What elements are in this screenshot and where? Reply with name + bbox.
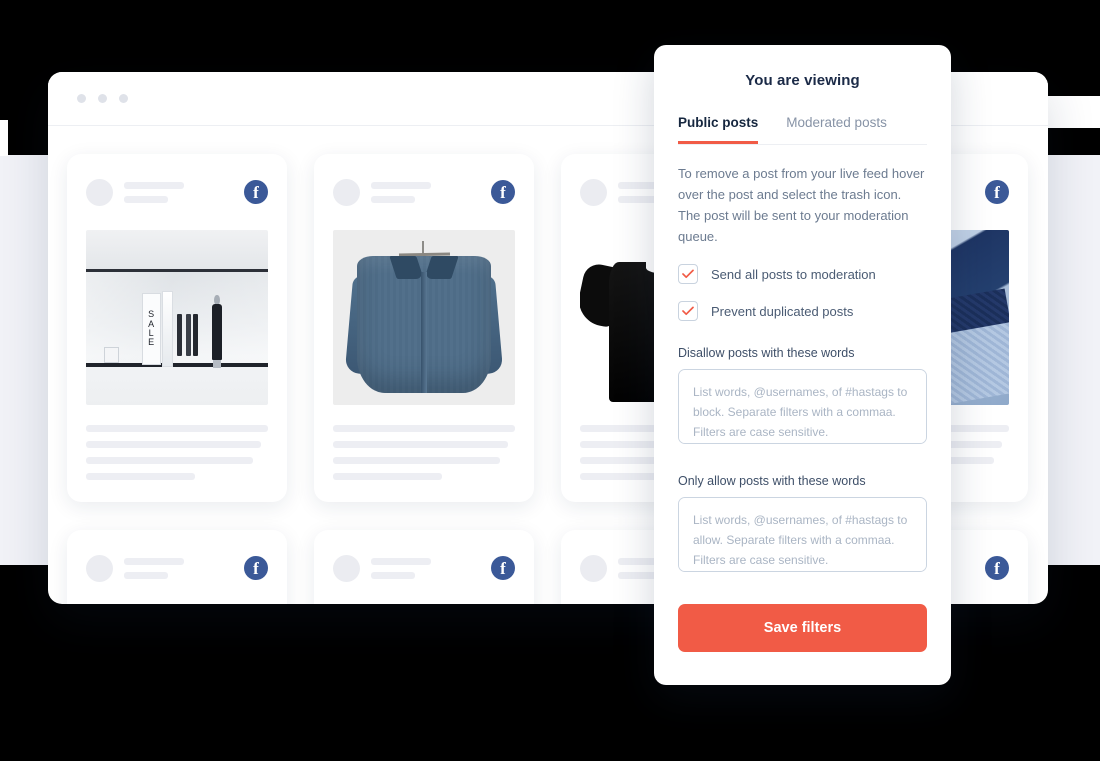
post-card[interactable]: f (314, 154, 534, 502)
checkbox-prevent-duplicated-posts[interactable] (678, 301, 698, 321)
panel-title: You are viewing (745, 72, 860, 89)
checkbox-label: Prevent duplicated posts (711, 303, 854, 319)
facebook-icon: f (985, 180, 1009, 204)
sale-sign: SALE (142, 293, 161, 365)
post-card[interactable]: f (67, 530, 287, 604)
post-author-placeholder (371, 557, 491, 579)
window-dot-minimize-icon[interactable] (98, 94, 107, 103)
avatar (86, 554, 113, 582)
post-header: f (333, 172, 515, 212)
allow-words-input[interactable] (678, 497, 927, 572)
avatar (580, 178, 607, 206)
checkbox-row-prevent-duplicated-posts[interactable]: Prevent duplicated posts (678, 301, 927, 321)
post-card[interactable]: f (314, 530, 534, 604)
post-text-placeholder (86, 405, 268, 480)
window-dot-maximize-icon[interactable] (119, 94, 128, 103)
background-band-white-right (1045, 96, 1100, 128)
post-image-denim-shirt (333, 230, 515, 405)
avatar (333, 554, 360, 582)
panel-description: To remove a post from your live feed hov… (678, 166, 925, 244)
tab-public-posts[interactable]: Public posts (678, 115, 759, 144)
window-dot-close-icon[interactable] (77, 94, 86, 103)
disallow-words-input[interactable] (678, 369, 927, 444)
avatar (86, 178, 113, 206)
panel-tabs: Public posts Moderated posts (678, 115, 927, 145)
tab-moderated-posts[interactable]: Moderated posts (786, 115, 887, 144)
checkbox-send-all-to-moderation[interactable] (678, 264, 698, 284)
save-filters-button[interactable]: Save filters (678, 604, 927, 652)
allow-words-label: Only allow posts with these words (678, 474, 866, 488)
disallow-words-label: Disallow posts with these words (678, 346, 855, 360)
post-text-placeholder (333, 405, 515, 480)
facebook-icon: f (491, 180, 515, 204)
post-card[interactable]: f SALE (67, 154, 287, 502)
viewing-settings-panel: You are viewing Public posts Moderated p… (654, 45, 951, 685)
post-header: f (333, 548, 515, 588)
facebook-icon: f (244, 556, 268, 580)
post-author-placeholder (124, 557, 244, 579)
facebook-icon: f (491, 556, 515, 580)
check-icon (682, 306, 694, 316)
checkbox-row-send-all-to-moderation[interactable]: Send all posts to moderation (678, 264, 927, 284)
avatar (333, 178, 360, 206)
checkbox-label: Send all posts to moderation (711, 266, 876, 282)
post-header: f (86, 172, 268, 212)
post-author-placeholder (124, 181, 244, 203)
avatar (580, 554, 607, 582)
post-author-placeholder (371, 181, 491, 203)
facebook-icon: f (985, 556, 1009, 580)
check-icon (682, 269, 694, 279)
post-image-storefront: SALE (86, 230, 268, 405)
post-header: f (86, 548, 268, 588)
facebook-icon: f (244, 180, 268, 204)
background-band-white-left (0, 120, 8, 156)
